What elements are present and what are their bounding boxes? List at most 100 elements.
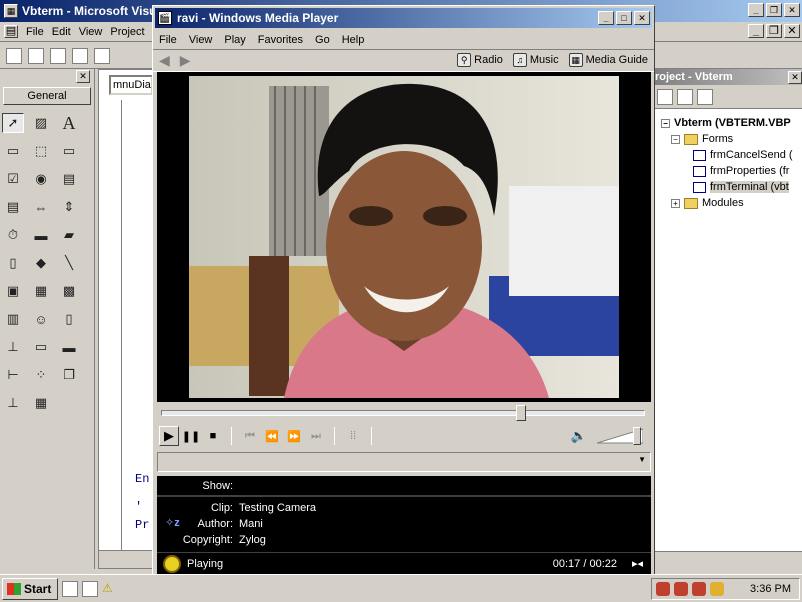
frame-tool-icon[interactable]: ⬚: [30, 141, 52, 161]
start-button[interactable]: Start: [2, 577, 58, 600]
volume-thumb[interactable]: [633, 427, 642, 445]
wmp-menu-play[interactable]: Play: [224, 34, 245, 46]
richtext-tool-icon[interactable]: ▯: [58, 309, 80, 329]
open-folder-icon[interactable]: [72, 47, 88, 64]
video-area[interactable]: [157, 72, 651, 402]
fast-forward-button[interactable]: ⏩: [284, 426, 304, 446]
rewind-button[interactable]: ⏪: [262, 426, 282, 446]
vb-menu-file[interactable]: File: [26, 26, 44, 38]
optionbutton-tool-icon[interactable]: ◉: [30, 169, 52, 189]
tray-network-icon[interactable]: [674, 582, 689, 596]
form-node[interactable]: frmProperties (fr: [661, 163, 802, 179]
label-tool-icon[interactable]: A: [58, 113, 80, 133]
vb-restore-button[interactable]: ❐: [766, 3, 782, 17]
vscrollbar-tool-icon[interactable]: ⇕: [58, 197, 80, 217]
music-button[interactable]: ♫ Music: [512, 53, 559, 67]
imagelist-tool-icon[interactable]: ▦: [30, 393, 52, 413]
listview-tool-icon[interactable]: ⁘: [30, 365, 52, 385]
vb-minimize-button[interactable]: _: [748, 3, 764, 17]
collapse-icon[interactable]: −: [671, 134, 680, 144]
vb-doc-minimize-button[interactable]: _: [748, 24, 764, 38]
expand-icon[interactable]: +: [671, 198, 680, 208]
slider-tool-icon[interactable]: ⊥: [2, 337, 24, 357]
tray-printer-icon[interactable]: [692, 582, 707, 596]
statusbar-tool-icon[interactable]: ⊥: [2, 393, 24, 413]
back-arrow-icon[interactable]: ◀: [159, 52, 170, 69]
ole-tool-icon[interactable]: ▩: [58, 281, 80, 301]
seek-bar[interactable]: [161, 405, 645, 421]
forward-arrow-icon[interactable]: ▶: [180, 52, 191, 69]
menu-editor-icon[interactable]: [50, 47, 66, 64]
wmp-menu-help[interactable]: Help: [342, 34, 365, 46]
vb-close-button[interactable]: ✕: [784, 3, 800, 17]
commandbutton-tool-icon[interactable]: ▭: [58, 141, 80, 161]
line-tool-icon[interactable]: ╲: [58, 253, 80, 273]
vb-menu-project[interactable]: Project: [110, 26, 144, 38]
combobox-tool-icon[interactable]: ▤: [58, 169, 80, 189]
textbox-tool-icon[interactable]: ▭: [2, 141, 24, 161]
wmp-menu-favorites[interactable]: Favorites: [258, 34, 303, 46]
modules-folder-node[interactable]: + Modules: [661, 195, 802, 211]
checkbox-tool-icon[interactable]: ☑: [2, 169, 24, 189]
stop-button[interactable]: ■: [203, 426, 223, 446]
project-root-node[interactable]: − Vbterm (VBTERM.VBP: [661, 115, 802, 131]
preview-button[interactable]: ⁞⁞: [343, 426, 363, 446]
show-desktop-icon[interactable]: [62, 580, 78, 597]
form-node[interactable]: frmCancelSend (: [661, 147, 802, 163]
wmp-close-button[interactable]: ✕: [634, 11, 650, 25]
add-project-icon[interactable]: [6, 47, 22, 64]
vb-doc-restore-button[interactable]: ❐: [766, 24, 782, 38]
toolbar-tool-icon[interactable]: ▭: [30, 337, 52, 357]
wmp-minimize-button[interactable]: _: [598, 11, 614, 25]
form-node[interactable]: frmTerminal (vbt: [661, 179, 802, 195]
shape-tool-icon[interactable]: ◆: [30, 253, 52, 273]
status-dropdown-bar[interactable]: ▼: [157, 452, 651, 472]
wmp-title-bar[interactable]: 🎬 ravi - Windows Media Player _ □ ✕: [155, 8, 652, 28]
view-code-icon[interactable]: [657, 88, 673, 105]
image-tool-icon[interactable]: ▣: [2, 281, 24, 301]
wmp-menu-view[interactable]: View: [189, 34, 213, 46]
timer-tool-icon[interactable]: ⏱: [2, 225, 24, 245]
skip-forward-button[interactable]: ⏭: [306, 426, 326, 446]
pause-button[interactable]: ❚❚: [181, 426, 201, 446]
toggle-folders-icon[interactable]: [697, 88, 713, 105]
wmp-menu-go[interactable]: Go: [315, 34, 330, 46]
save-icon[interactable]: [94, 47, 110, 64]
filelist-tool-icon[interactable]: ▯: [2, 253, 24, 273]
project-close-button[interactable]: ✕: [788, 70, 802, 84]
grid-tool-icon[interactable]: ▥: [2, 309, 24, 329]
volume-slider[interactable]: [597, 427, 643, 445]
tabstrip-tool-icon[interactable]: ❐: [58, 365, 80, 385]
skip-back-button[interactable]: ⏮: [240, 426, 260, 446]
media-guide-button[interactable]: ▦ Media Guide: [568, 53, 648, 67]
code-editor[interactable]: mnuDia En ' Pr: [98, 69, 154, 569]
vb-doc-close-button[interactable]: ✕: [784, 24, 800, 38]
data-tool-icon[interactable]: ▦: [30, 281, 52, 301]
radio-button[interactable]: ⚲ Radio: [457, 53, 503, 67]
view-object-icon[interactable]: [677, 88, 693, 105]
wmp-maximize-button[interactable]: □: [616, 11, 632, 25]
hscrollbar-tool-icon[interactable]: ⇔: [30, 197, 52, 217]
dirlist-tool-icon[interactable]: ▰: [58, 225, 80, 245]
quicklaunch-app-icon[interactable]: [82, 580, 98, 597]
picturebox-tool-icon[interactable]: ▨: [30, 113, 52, 133]
vb-menu-edit[interactable]: Edit: [52, 26, 71, 38]
toolbox-general-tab[interactable]: General: [3, 87, 91, 105]
drivelist-tool-icon[interactable]: ▬: [30, 225, 52, 245]
tray-volume-icon[interactable]: [656, 582, 671, 596]
speaker-icon[interactable]: 🔈: [571, 428, 587, 444]
tray-messenger-icon[interactable]: [710, 582, 725, 596]
progressbar-tool-icon[interactable]: ▬: [58, 337, 80, 357]
seek-thumb[interactable]: [516, 405, 526, 421]
listbox-tool-icon[interactable]: ▤: [2, 197, 24, 217]
collapse-icon[interactable]: −: [661, 118, 670, 128]
pointer-tool-icon[interactable]: ➚: [2, 113, 24, 133]
dropdown-arrow-icon[interactable]: ▼: [638, 455, 646, 464]
toolbox-close-button[interactable]: ✕: [76, 70, 90, 83]
resize-icon[interactable]: ▸◂: [632, 557, 643, 570]
wmp-menu-file[interactable]: File: [159, 34, 177, 46]
vb-menu-view[interactable]: View: [79, 26, 103, 38]
project-scrollbar[interactable]: [653, 551, 802, 569]
commondialog-tool-icon[interactable]: ☺: [30, 309, 52, 329]
taskbar-clock[interactable]: 3:36 PM: [750, 583, 791, 595]
